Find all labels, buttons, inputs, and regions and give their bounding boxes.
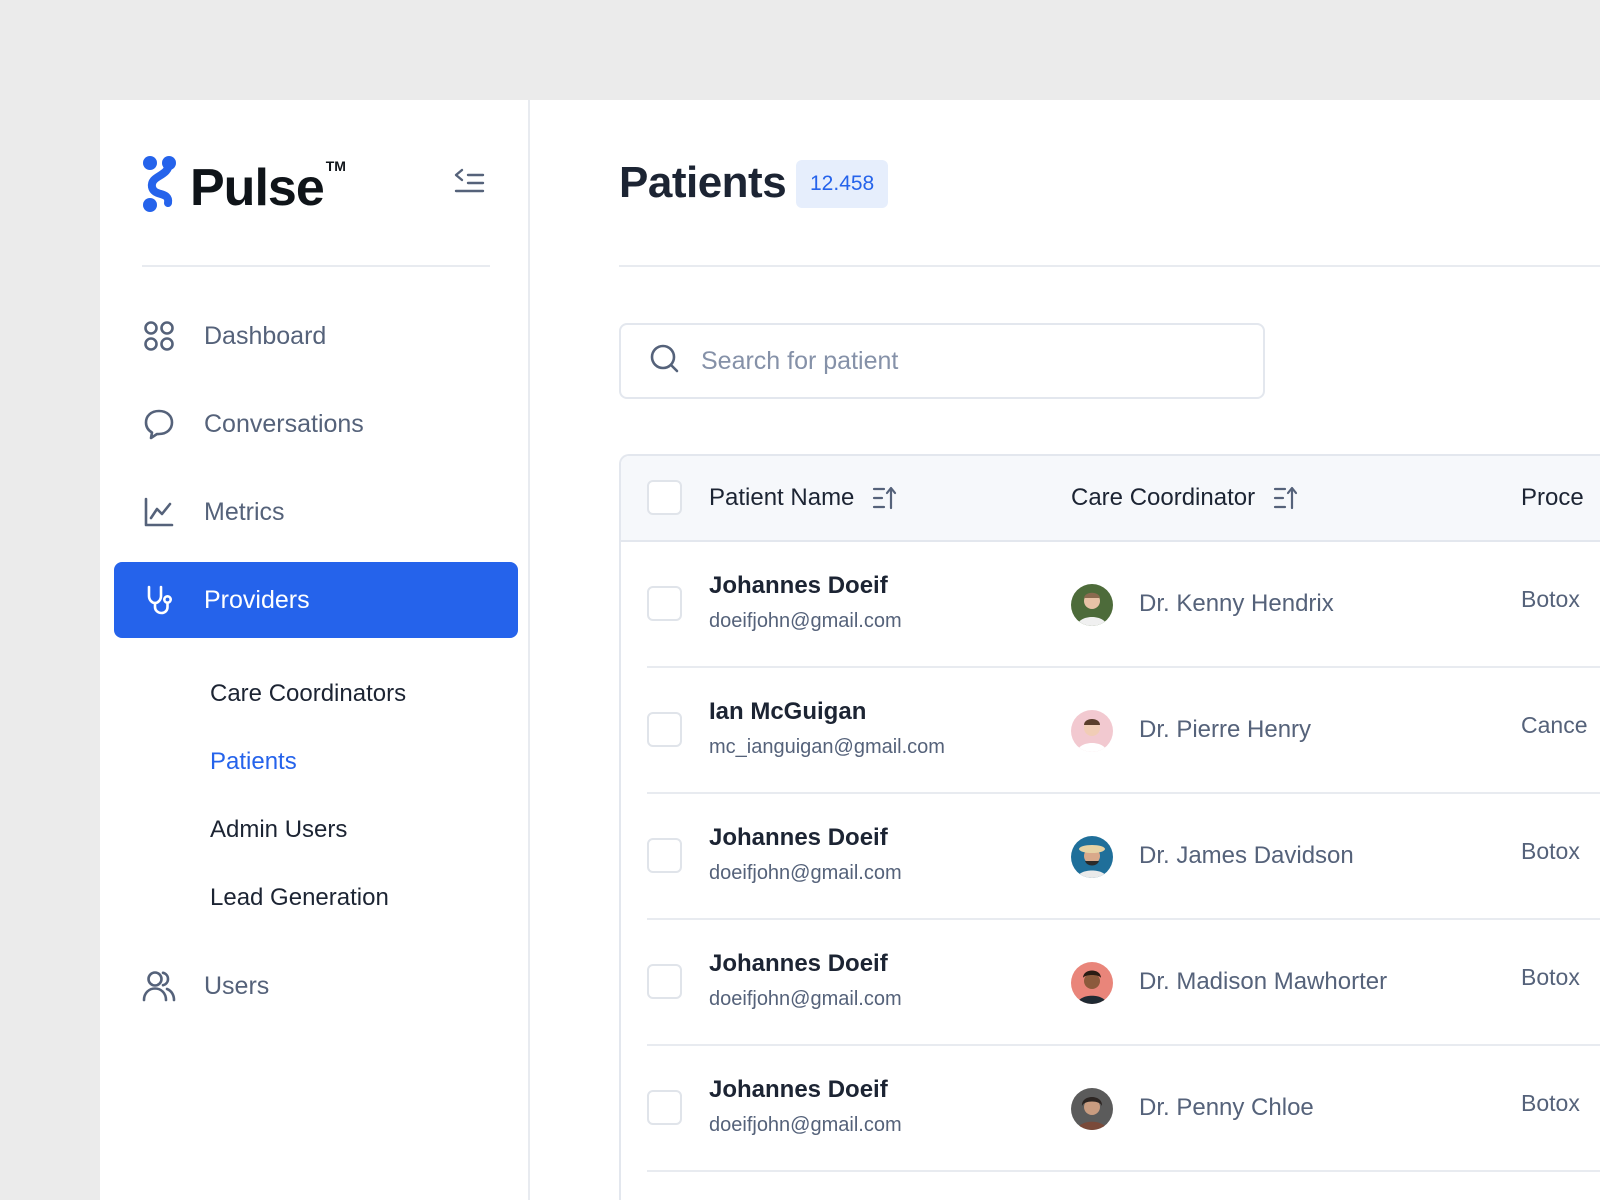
main-content: Patients 12.458 Patient Name xyxy=(532,100,1600,1200)
coordinator-name: Dr. James Davidson xyxy=(1139,842,1354,869)
procedure: Botox xyxy=(1521,1090,1580,1116)
collapse-sidebar-icon[interactable] xyxy=(454,166,486,198)
table-row[interactable]: Ian McGuigan mc_ianguigan@gmail.com Dr. … xyxy=(621,668,1600,794)
table-row[interactable]: Johannes Doeif doeifjohn@gmail.com Dr. M… xyxy=(621,920,1600,1046)
nav-label: Metrics xyxy=(204,497,285,526)
patient-email: doeifjohn@gmail.com xyxy=(709,1114,902,1136)
brand-name: Pulse xyxy=(190,159,325,217)
column-header-label: Care Coordinator xyxy=(1071,484,1256,511)
patient-name: Ian McGuigan xyxy=(709,698,867,725)
column-header-procedure[interactable]: Proce xyxy=(1521,456,1584,540)
patient-name: Johannes Doeif xyxy=(709,572,888,599)
search-box[interactable] xyxy=(619,323,1265,399)
row-checkbox[interactable] xyxy=(647,838,682,873)
procedure: Cance xyxy=(1521,712,1588,738)
chat-bubble-icon xyxy=(142,407,176,441)
nav-label: Conversations xyxy=(204,409,364,438)
column-header-patient-name[interactable]: Patient Name xyxy=(709,456,898,540)
trademark-mark: TM xyxy=(325,158,346,174)
table-row[interactable]: Johannes Doeif doeifjohn@gmail.com Dr. J… xyxy=(621,794,1600,920)
column-header-label: Patient Name xyxy=(709,484,855,511)
sidebar: Pulse TM Dashboard Conversations Metrics… xyxy=(100,100,530,1200)
column-header-care-coordinator[interactable]: Care Coordinator xyxy=(1071,456,1299,540)
row-checkbox[interactable] xyxy=(647,712,682,747)
row-divider xyxy=(647,1170,1600,1172)
header-divider xyxy=(619,265,1600,267)
nav-item-users[interactable]: Users xyxy=(114,948,518,1024)
table-row[interactable]: Johannes Doeif doeifjohn@gmail.com Dr. P… xyxy=(621,1046,1600,1172)
procedure: Botox xyxy=(1521,586,1580,612)
nav-item-providers[interactable]: Providers xyxy=(114,562,518,638)
subnav-item-patients[interactable]: Patients xyxy=(210,748,297,776)
nav-label: Users xyxy=(204,971,270,1000)
nav-item-conversations[interactable]: Conversations xyxy=(114,386,518,462)
page-title: Patients xyxy=(619,158,787,207)
sidebar-divider xyxy=(142,265,490,267)
patient-email: doeifjohn@gmail.com xyxy=(709,610,902,632)
nav-label: Dashboard xyxy=(204,321,327,350)
row-checkbox[interactable] xyxy=(647,964,682,999)
coordinator-avatar xyxy=(1071,962,1113,1004)
subnav-item-care-coordinators[interactable]: Care Coordinators xyxy=(210,680,406,708)
procedure: Botox xyxy=(1521,964,1580,990)
coordinator-name: Dr. Pierre Henry xyxy=(1139,716,1312,743)
search-input[interactable] xyxy=(701,346,1221,376)
coordinator-avatar xyxy=(1071,584,1113,626)
table-header: Patient Name Care Coordinator Proce xyxy=(621,456,1600,542)
brand-logo[interactable]: Pulse TM xyxy=(142,154,346,214)
coordinator-avatar xyxy=(1071,836,1113,878)
sort-ascending-icon[interactable] xyxy=(872,485,898,511)
patient-name: Johannes Doeif xyxy=(709,1076,888,1103)
column-header-label: Proce xyxy=(1521,484,1584,511)
coordinator-avatar xyxy=(1071,1088,1113,1130)
patient-email: doeifjohn@gmail.com xyxy=(709,988,902,1010)
coordinator-name: Dr. Penny Chloe xyxy=(1139,1094,1314,1121)
patient-count-badge: 12.458 xyxy=(796,160,889,208)
coordinator-name: Dr. Kenny Hendrix xyxy=(1139,590,1334,617)
row-checkbox[interactable] xyxy=(647,586,682,621)
table-row[interactable]: Johannes Doeif doeifjohn@gmail.com Dr. K… xyxy=(621,542,1600,668)
nav-item-dashboard[interactable]: Dashboard xyxy=(114,298,518,374)
patient-email: doeifjohn@gmail.com xyxy=(709,862,902,884)
subnav-item-lead-generation[interactable]: Lead Generation xyxy=(210,884,389,912)
sort-ascending-icon[interactable] xyxy=(1273,485,1299,511)
search-icon xyxy=(649,343,681,380)
patients-table: Patient Name Care Coordinator Proce Joha… xyxy=(619,454,1600,1200)
nav-item-metrics[interactable]: Metrics xyxy=(114,474,518,550)
select-all-checkbox[interactable] xyxy=(647,480,682,515)
patient-name: Johannes Doeif xyxy=(709,824,888,851)
stethoscope-icon xyxy=(142,583,176,617)
patient-name: Johannes Doeif xyxy=(709,950,888,977)
pulse-logo-icon xyxy=(143,156,176,212)
procedure: Botox xyxy=(1521,838,1580,864)
users-icon xyxy=(142,969,176,1003)
dashboard-grid-icon xyxy=(142,319,176,353)
subnav-item-admin-users[interactable]: Admin Users xyxy=(210,816,347,844)
app-window: Pulse TM Dashboard Conversations Metrics… xyxy=(100,100,1600,1200)
line-chart-icon xyxy=(142,495,176,529)
row-checkbox[interactable] xyxy=(647,1090,682,1125)
coordinator-name: Dr. Madison Mawhorter xyxy=(1139,968,1388,995)
patient-email: mc_ianguigan@gmail.com xyxy=(709,736,945,758)
coordinator-avatar xyxy=(1071,710,1113,752)
nav-label: Providers xyxy=(204,585,310,614)
